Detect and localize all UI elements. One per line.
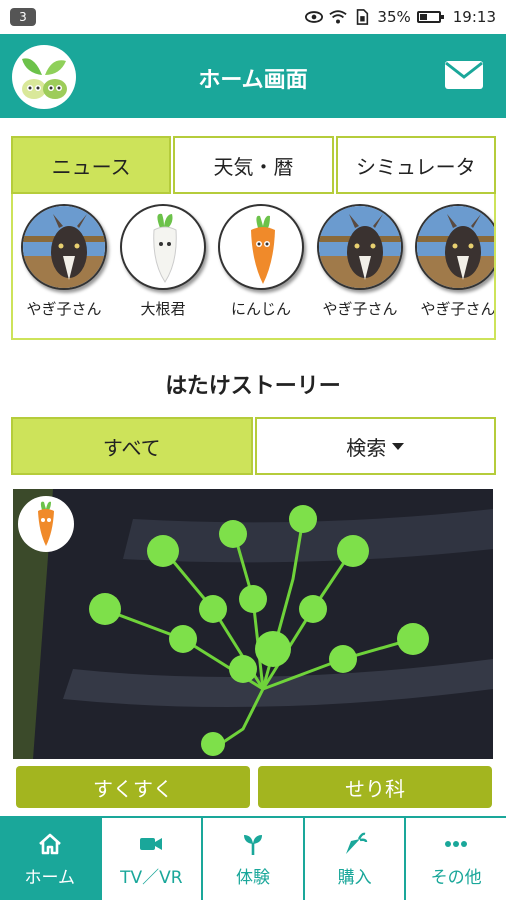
tag-button[interactable]: せり科 [258, 766, 492, 808]
story-author-avatar [18, 496, 74, 552]
nav-label: 体験 [235, 867, 270, 888]
character-item[interactable]: にんじん [216, 204, 306, 319]
caret-down-icon [392, 442, 405, 450]
page-title: ホーム画面 [198, 68, 308, 93]
nav-label: その他 [430, 867, 482, 888]
character-name: やぎ子さん [26, 300, 102, 318]
character-name: にんじん [230, 300, 291, 318]
status-bar: 3 35% 19:13 [0, 0, 506, 34]
video-icon [140, 837, 163, 850]
character-item[interactable]: やぎ子さん [315, 204, 405, 319]
notification-count-badge: 3 [10, 8, 36, 26]
battery-icon [416, 11, 444, 23]
character-name: やぎ子さん [322, 300, 398, 318]
nav-tv-vr[interactable]: TV／VR [99, 818, 202, 900]
wifi-icon [329, 10, 348, 24]
sprout-icon [243, 834, 262, 855]
nav-label: ホーム [24, 867, 76, 888]
carrot-icon [251, 215, 275, 284]
search-label: 検索 [346, 435, 387, 460]
more-icon [445, 840, 468, 847]
nav-more[interactable]: その他 [404, 818, 506, 900]
tag-button[interactable]: すくすく [16, 766, 250, 808]
goat-avatar [317, 204, 403, 290]
story-card-image[interactable] [13, 489, 493, 759]
nav-home[interactable]: ホーム [0, 818, 100, 900]
filter-all-button[interactable]: すべて [11, 417, 253, 475]
category-tabs: ニュース 天気・暦 シミュレータ [11, 136, 496, 194]
tab-simulator[interactable]: シミュレータ [335, 136, 496, 194]
character-name: 大根君 [140, 300, 186, 318]
tab-news[interactable]: ニュース [11, 136, 172, 194]
bottom-navigation: ホーム TV／VR 体験 購入 その他 [0, 816, 506, 900]
nav-purchase[interactable]: 購入 [302, 818, 405, 900]
battery-percent: 35% [377, 8, 411, 26]
story-filter: すべて 検索 [11, 417, 496, 475]
goat-icon [417, 206, 494, 288]
clock: 19:13 [452, 8, 496, 26]
section-title: はたけストーリー [165, 374, 341, 399]
story-tags: すくすく せり科 [16, 766, 492, 808]
home-icon [38, 833, 61, 854]
carrot-seedling-photo [13, 489, 493, 759]
search-dropdown[interactable]: 検索 [254, 417, 496, 475]
carrot-icon [38, 501, 54, 546]
carrot-avatar [218, 204, 304, 290]
daikon-avatar [120, 204, 206, 290]
carrot-icon [345, 832, 367, 854]
status-icons: 35% 19:13 [305, 7, 496, 27]
goat-avatar [415, 204, 494, 290]
nav-experience[interactable]: 体験 [201, 818, 303, 900]
nav-label: 購入 [337, 867, 372, 888]
goat-avatar [21, 204, 107, 290]
goat-icon [23, 206, 105, 288]
mail-icon[interactable] [444, 60, 484, 90]
app-header: ホーム画面 [0, 34, 506, 118]
character-name: やぎ子さん [420, 300, 496, 318]
eye-icon [305, 11, 324, 23]
sim-icon [357, 9, 369, 25]
daikon-icon [153, 213, 177, 283]
nav-label: TV／VR [120, 867, 183, 888]
goat-icon [319, 206, 401, 288]
character-item[interactable]: 大根君 [118, 204, 208, 319]
tab-weather-calendar[interactable]: 天気・暦 [173, 136, 334, 194]
character-item[interactable]: やぎ子さん [413, 204, 496, 319]
character-carousel: やぎ子さん 大根君 にんじん やぎ子さん やぎ子さん [11, 194, 496, 340]
character-item[interactable]: やぎ子さん [19, 204, 109, 319]
